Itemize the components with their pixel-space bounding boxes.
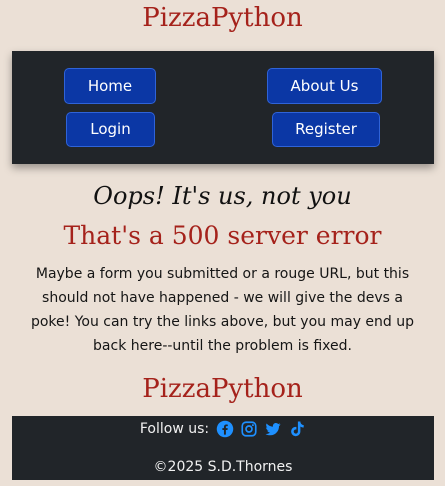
footer-brand-title: PizzaPython xyxy=(142,374,303,404)
error-message: Maybe a form you submitted or a rouge UR… xyxy=(30,266,415,354)
main-nav: Home About Us Login Register xyxy=(12,51,434,164)
brand-title: PizzaPython xyxy=(142,3,303,33)
home-button[interactable]: Home xyxy=(64,68,156,104)
error-title: That's a 500 server error xyxy=(63,221,382,250)
facebook-icon[interactable] xyxy=(216,420,234,438)
social-links: Follow us: xyxy=(12,418,434,440)
twitter-icon[interactable] xyxy=(264,420,282,438)
login-button[interactable]: Login xyxy=(66,112,155,147)
tiktok-icon[interactable] xyxy=(288,420,306,438)
follow-label: Follow us: xyxy=(139,421,210,437)
copyright-text: ©2025 S.D.Thornes xyxy=(153,459,293,475)
oops-heading: Oops! It's us, not you xyxy=(93,182,352,210)
instagram-icon[interactable] xyxy=(240,420,258,438)
about-us-button[interactable]: About Us xyxy=(267,68,382,104)
register-button[interactable]: Register xyxy=(272,112,380,147)
footer: Follow us: ©2025 S.D.Thornes xyxy=(12,416,434,480)
